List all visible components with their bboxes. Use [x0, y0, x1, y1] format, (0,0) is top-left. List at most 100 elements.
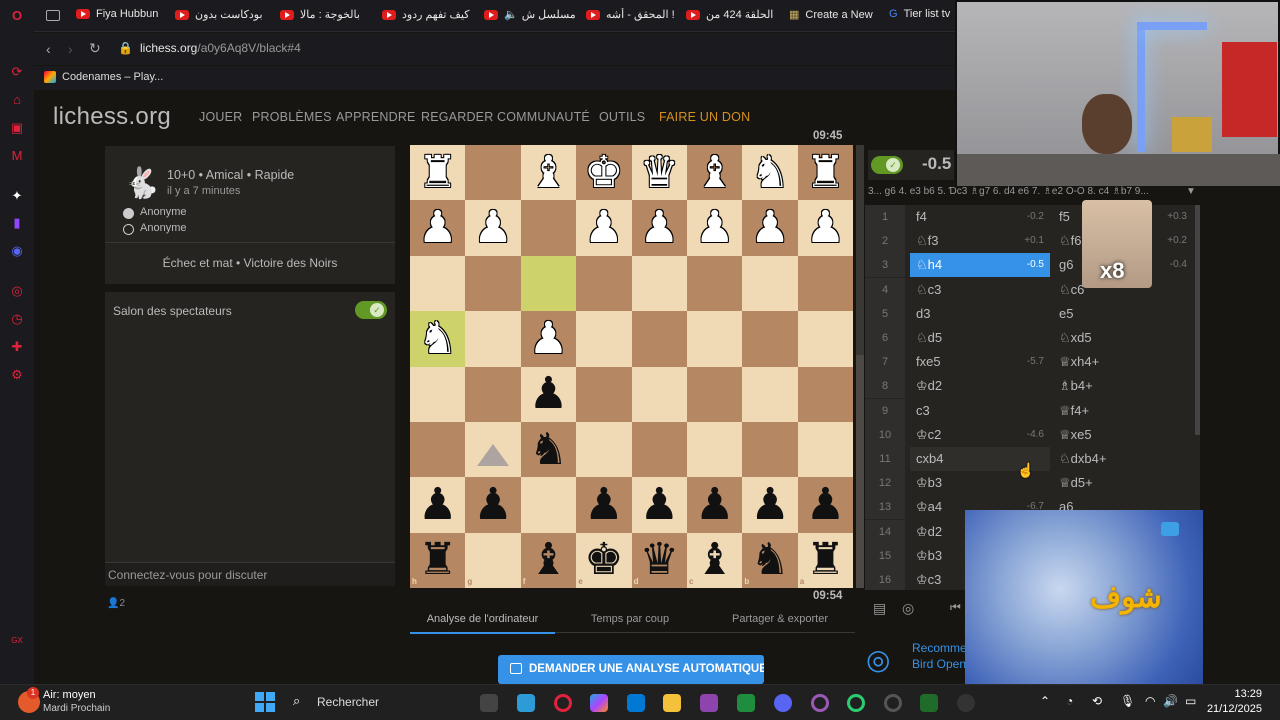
white-queen-icon[interactable]: ♛: [640, 150, 679, 195]
opera-air-icon[interactable]: [847, 694, 865, 712]
nav-donate[interactable]: FAIRE UN DON: [659, 110, 750, 124]
board-square[interactable]: [576, 422, 632, 478]
white-rook-icon[interactable]: ♜: [418, 150, 457, 195]
widgets-icon[interactable]: [517, 694, 535, 712]
xbox-icon[interactable]: [737, 694, 755, 712]
url-field[interactable]: lichess.org/a0y6Aq8V/black#4: [140, 41, 301, 55]
board-square[interactable]: ♝: [687, 532, 743, 589]
board-square[interactable]: [687, 422, 743, 478]
board-square[interactable]: [631, 422, 687, 478]
tab-2[interactable]: بودكاست بدون: [175, 8, 265, 24]
board-square[interactable]: ♝: [520, 145, 577, 201]
board-square[interactable]: [520, 255, 577, 312]
board-square[interactable]: ♞: [410, 311, 466, 367]
copilot-icon[interactable]: [590, 694, 608, 712]
nvidia-icon[interactable]: [920, 694, 938, 712]
board-square[interactable]: ♟: [520, 311, 577, 367]
black-pawn-icon[interactable]: ♟: [584, 483, 623, 527]
board-square[interactable]: ♟: [631, 477, 687, 533]
weather-title[interactable]: Air: moyen: [43, 689, 96, 701]
board-square[interactable]: [576, 366, 632, 422]
white-pawn-icon[interactable]: ♟: [584, 206, 623, 250]
board-square[interactable]: ♟: [465, 200, 521, 256]
white-move[interactable]: ♘f3 +0.1: [910, 229, 1050, 253]
clock-date[interactable]: 21/12/2025: [1202, 703, 1262, 715]
white-move[interactable]: f4 -0.2: [910, 205, 1050, 229]
forward-icon[interactable]: ›: [68, 41, 73, 57]
board-square[interactable]: [465, 255, 521, 312]
black-pawn-icon[interactable]: ♟: [806, 483, 845, 527]
chat-toggle[interactable]: ✓: [355, 301, 387, 319]
black-move[interactable]: e5: [1053, 302, 1193, 326]
nav-play[interactable]: JOUER: [199, 110, 242, 124]
opening-name[interactable]: Bird Open: [912, 657, 966, 671]
browser-icon[interactable]: [884, 694, 902, 712]
white-bishop-icon[interactable]: ♝: [695, 150, 734, 195]
black-move[interactable]: ♕f4+: [1053, 399, 1193, 423]
board-square[interactable]: [742, 255, 798, 312]
white-move[interactable]: fxe5 -5.7: [910, 350, 1050, 374]
board-square[interactable]: ♚: [576, 145, 632, 201]
white-move[interactable]: ♘h4 -0.5: [910, 253, 1050, 278]
request-analysis-button[interactable]: DEMANDER UNE ANALYSE AUTOMATIQUE: [498, 655, 764, 684]
board-square[interactable]: ♟: [576, 477, 632, 533]
black-move[interactable]: ♕xe5: [1053, 423, 1193, 447]
nav-watch[interactable]: REGARDER: [421, 110, 493, 124]
black-rook-icon[interactable]: ♜: [418, 538, 457, 582]
black-rook-icon[interactable]: ♜: [806, 538, 845, 582]
tab-9[interactable]: G Tier list tv: [889, 8, 955, 24]
black-king-icon[interactable]: ♚: [584, 538, 623, 582]
tab-3[interactable]: بالخوجة : مالا: [280, 8, 370, 24]
book-icon[interactable]: ▤: [873, 600, 886, 617]
clock-icon[interactable]: ◷: [9, 311, 25, 327]
black-pawn-icon[interactable]: ♟: [529, 372, 568, 416]
obs-icon[interactable]: [957, 694, 975, 712]
white-pawn-icon[interactable]: ♟: [473, 206, 512, 250]
board-square[interactable]: ♞: [742, 532, 798, 589]
move-list-scrollbar[interactable]: [1195, 205, 1200, 435]
tab-computer-analysis[interactable]: Analyse de l'ordinateur: [410, 613, 555, 634]
shopping-icon[interactable]: ⌂: [9, 92, 25, 108]
black-knight-icon[interactable]: ♞: [750, 538, 789, 582]
settings-icon[interactable]: ⚙: [9, 367, 25, 383]
black-queen-icon[interactable]: ♛: [640, 538, 679, 582]
board-square[interactable]: [742, 366, 798, 422]
board-square[interactable]: ♝: [520, 532, 577, 589]
black-knight-icon[interactable]: ♞: [529, 427, 568, 472]
board-square[interactable]: ♟: [576, 200, 632, 256]
black-move[interactable]: ♘xd5: [1053, 326, 1193, 350]
board-square[interactable]: [687, 255, 743, 312]
tab-6[interactable]: المحقق - أشه !: [586, 8, 678, 24]
mail-icon[interactable]: M: [9, 148, 25, 164]
white-pawn-icon[interactable]: ♟: [750, 206, 789, 250]
white-player-name[interactable]: Anonyme: [140, 206, 186, 218]
aria-icon[interactable]: ✦: [9, 188, 25, 204]
target-icon[interactable]: ◎: [902, 600, 914, 617]
nav-tools[interactable]: OUTILS: [599, 110, 645, 124]
black-bishop-icon[interactable]: ♝: [695, 538, 734, 582]
discord-taskbar-icon[interactable]: [774, 694, 792, 712]
first-move-icon[interactable]: ⏮: [950, 600, 961, 615]
tab-8[interactable]: ▦ Create a New: [789, 8, 881, 24]
white-move[interactable]: ♔c2 -4.6: [910, 423, 1050, 447]
tray-app-icon[interactable]: ◔: [1066, 694, 1073, 708]
opera-taskbar-icon[interactable]: [811, 694, 829, 712]
nav-learn[interactable]: APPRENDRE: [336, 110, 416, 124]
board-square[interactable]: [631, 366, 687, 422]
board-square[interactable]: [410, 366, 466, 422]
windows-start-icon[interactable]: [255, 692, 275, 712]
black-move[interactable]: ♘dxb4+: [1053, 447, 1193, 471]
board-square[interactable]: [465, 366, 521, 422]
tab-menu-icon[interactable]: [46, 10, 60, 21]
board-square[interactable]: [742, 422, 798, 478]
white-move[interactable]: c3: [910, 399, 1050, 423]
black-pawn-icon[interactable]: ♟: [640, 483, 679, 527]
white-pawn-icon[interactable]: ♟: [806, 206, 845, 250]
history-icon[interactable]: ⟳: [9, 64, 25, 80]
board-square[interactable]: ♚: [576, 532, 632, 589]
black-pawn-icon[interactable]: ♟: [473, 483, 512, 527]
nav-puzzles[interactable]: PROBLÈMES: [252, 110, 332, 124]
board-square[interactable]: ♛: [631, 145, 687, 201]
board-square[interactable]: ♟: [520, 366, 577, 422]
bookmark-codenames[interactable]: Codenames – Play...: [62, 71, 163, 83]
